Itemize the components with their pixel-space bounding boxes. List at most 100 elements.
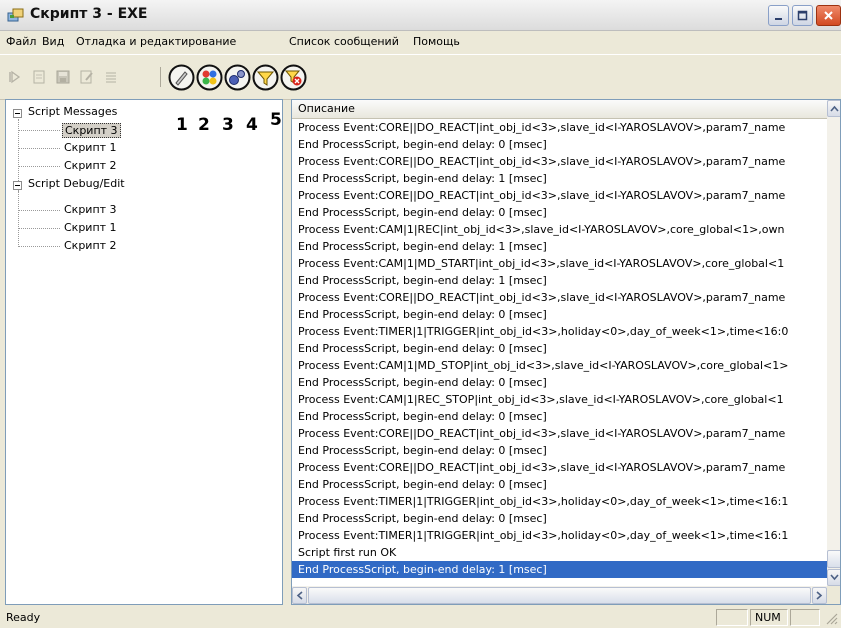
settings-button[interactable] — [224, 64, 251, 91]
tree-item-script-1[interactable]: Скрипт 1 — [64, 141, 117, 154]
tree-item-debug-script-3[interactable]: Скрипт 3 — [64, 203, 117, 216]
message-row[interactable]: End ProcessScript, begin-end delay: 1 [m… — [292, 238, 827, 255]
menu-file[interactable]: Файл — [6, 35, 36, 48]
script-tree[interactable]: Script Messages Скрипт 3 Скрипт 1 Скрипт… — [5, 99, 283, 605]
message-row[interactable]: Process Event:CORE||DO_REACT|int_obj_id<… — [292, 459, 827, 476]
annotation-3: 3 — [222, 115, 234, 135]
edit-button[interactable] — [76, 66, 98, 88]
message-row[interactable]: End ProcessScript, begin-end delay: 0 [m… — [292, 204, 827, 221]
scroll-up-button[interactable] — [827, 100, 840, 117]
tree-line — [18, 130, 60, 131]
collapse-script-debug[interactable] — [13, 181, 22, 190]
close-button[interactable] — [816, 5, 841, 26]
vertical-scrollbar[interactable] — [827, 100, 840, 586]
message-list[interactable]: Описание Process Event:CORE||DO_REACT|in… — [291, 99, 841, 605]
message-row[interactable]: Process Event:CORE||DO_REACT|int_obj_id<… — [292, 425, 827, 442]
pencil-icon — [168, 64, 195, 91]
scroll-left-button[interactable] — [292, 587, 307, 604]
message-row[interactable]: Process Event:TIMER|1|TRIGGER|int_obj_id… — [292, 527, 827, 544]
message-row[interactable]: Process Event:CORE||DO_REACT|int_obj_id<… — [292, 289, 827, 306]
collapse-script-messages[interactable] — [13, 109, 22, 118]
menu-help[interactable]: Помощь — [413, 35, 460, 48]
toolbar — [0, 54, 841, 100]
title-bar[interactable]: Скрипт 3 - EXE — [0, 0, 841, 31]
column-header-description[interactable]: Описание — [292, 100, 827, 119]
close-icon — [824, 11, 833, 20]
message-row[interactable]: End ProcessScript, begin-end delay: 0 [m… — [292, 306, 827, 323]
save-button[interactable] — [52, 66, 74, 88]
message-row[interactable]: Script first run OK — [292, 544, 827, 561]
new-script-button[interactable] — [28, 66, 50, 88]
color-filter-button[interactable] — [196, 64, 223, 91]
horizontal-scrollbar[interactable] — [292, 586, 827, 604]
annotation-4: 4 — [246, 115, 258, 135]
message-row[interactable]: Process Event:CAM|1|REC|int_obj_id<3>,sl… — [292, 221, 827, 238]
list-button[interactable] — [100, 66, 122, 88]
chevron-down-icon — [830, 574, 839, 581]
filter-button[interactable] — [252, 64, 279, 91]
message-row[interactable]: End ProcessScript, begin-end delay: 0 [m… — [292, 476, 827, 493]
window-title: Скрипт 3 - EXE — [30, 6, 148, 22]
chevron-left-icon — [296, 591, 303, 600]
scroll-down-button[interactable] — [827, 569, 840, 586]
message-row[interactable]: End ProcessScript, begin-end delay: 0 [m… — [292, 510, 827, 527]
message-row[interactable]: Process Event:CORE||DO_REACT|int_obj_id<… — [292, 187, 827, 204]
message-row[interactable]: End ProcessScript, begin-end delay: 1 [m… — [292, 170, 827, 187]
tree-group-script-messages[interactable]: Script Messages — [28, 105, 117, 118]
resize-grip-icon[interactable] — [825, 612, 838, 625]
message-row[interactable]: Process Event:CAM|1|MD_STOP|int_obj_id<3… — [292, 357, 827, 374]
edit-icon — [80, 70, 93, 84]
chevron-right-icon — [816, 591, 823, 600]
tree-item-script-3[interactable]: Скрипт 3 — [62, 123, 121, 138]
message-row[interactable]: End ProcessScript, begin-end delay: 1 [m… — [292, 272, 827, 289]
minimize-icon — [775, 18, 782, 20]
run-button[interactable] — [4, 66, 26, 88]
annotation-1: 1 — [176, 115, 188, 135]
clear-messages-button[interactable] — [168, 64, 195, 91]
tree-item-debug-script-1[interactable]: Скрипт 1 — [64, 221, 117, 234]
toolbar-separator — [160, 67, 161, 87]
message-row[interactable]: Process Event:TIMER|1|TRIGGER|int_obj_id… — [292, 493, 827, 510]
funnel-stop-icon — [280, 64, 307, 91]
gears-icon — [224, 64, 251, 91]
horizontal-scroll-thumb[interactable] — [308, 587, 811, 604]
message-row[interactable]: Process Event:CAM|1|MD_START|int_obj_id<… — [292, 255, 827, 272]
status-cell-num: NUM — [750, 609, 788, 626]
tree-line — [18, 148, 60, 149]
menu-message-list[interactable]: Список сообщений — [289, 35, 399, 48]
message-row[interactable]: Process Event:TIMER|1|TRIGGER|int_obj_id… — [292, 323, 827, 340]
message-row[interactable]: Process Event:CAM|1|REC_STOP|int_obj_id<… — [292, 391, 827, 408]
vertical-scroll-thumb[interactable] — [827, 550, 840, 568]
annotation-2: 2 — [198, 115, 210, 135]
tree-line — [18, 210, 60, 211]
message-row[interactable]: Process Event:CORE||DO_REACT|int_obj_id<… — [292, 119, 827, 136]
chevron-up-icon — [830, 105, 839, 112]
annotation-5: 5 — [270, 110, 282, 130]
menu-view[interactable]: Вид — [42, 35, 64, 48]
maximize-icon — [797, 10, 808, 21]
status-text: Ready — [6, 611, 41, 624]
stop-filter-button[interactable] — [280, 64, 307, 91]
tree-group-script-debug-edit[interactable]: Script Debug/Edit — [28, 177, 125, 190]
tree-item-script-2[interactable]: Скрипт 2 — [64, 159, 117, 172]
tree-line — [18, 166, 60, 167]
maximize-button[interactable] — [792, 5, 813, 26]
document-icon — [33, 70, 45, 84]
menu-debug-edit[interactable]: Отладка и редактирование — [76, 35, 236, 48]
app-icon — [7, 8, 24, 22]
list-icon — [106, 72, 116, 83]
message-row[interactable]: End ProcessScript, begin-end delay: 0 [m… — [292, 340, 827, 357]
status-cell-scroll — [790, 609, 820, 626]
tree-line — [18, 228, 60, 229]
save-icon — [56, 70, 70, 84]
message-row[interactable]: End ProcessScript, begin-end delay: 0 [m… — [292, 136, 827, 153]
message-row[interactable]: End ProcessScript, begin-end delay: 1 [m… — [292, 561, 827, 578]
message-row[interactable]: End ProcessScript, begin-end delay: 0 [m… — [292, 374, 827, 391]
status-cell-caps — [716, 609, 748, 626]
message-row[interactable]: Process Event:CORE||DO_REACT|int_obj_id<… — [292, 153, 827, 170]
minimize-button[interactable] — [768, 5, 789, 26]
scroll-right-button[interactable] — [812, 587, 827, 604]
tree-item-debug-script-2[interactable]: Скрипт 2 — [64, 239, 117, 252]
message-row[interactable]: End ProcessScript, begin-end delay: 0 [m… — [292, 442, 827, 459]
message-row[interactable]: End ProcessScript, begin-end delay: 0 [m… — [292, 408, 827, 425]
